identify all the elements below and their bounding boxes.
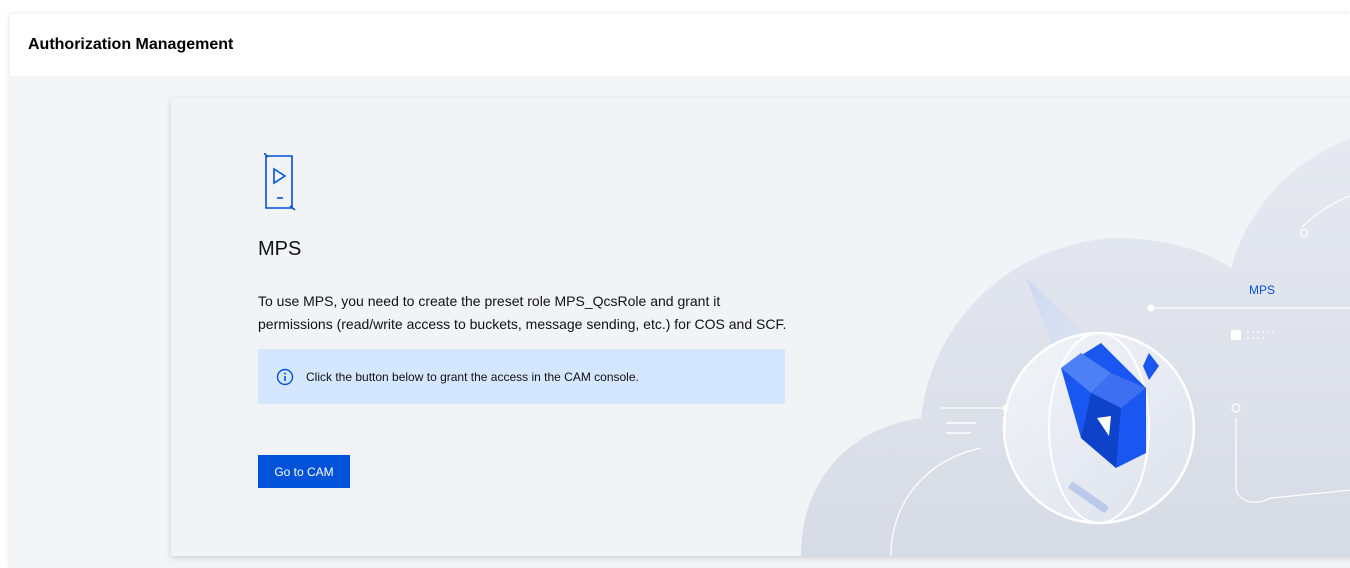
product-name: MPS [258, 238, 302, 260]
page-header: Authorization Management [10, 14, 1350, 76]
authorization-illustration: MPS [781, 98, 1350, 556]
page-title: Authorization Management [28, 36, 234, 53]
page-container: Authorization Management MPS To use MPS,… [10, 14, 1350, 568]
mps-video-icon [264, 153, 296, 211]
info-notice: Click the button below to grant the acce… [258, 349, 785, 404]
description-text: To use MPS, you need to create the prese… [258, 293, 787, 332]
authorization-card: MPS To use MPS, you need to create the p… [171, 98, 1350, 556]
illustration-label: MPS [1249, 283, 1276, 297]
go-to-cam-button[interactable]: Go to CAM [258, 455, 350, 488]
notice-text: Click the button below to grant the acce… [306, 369, 639, 384]
info-circle-icon [276, 368, 294, 385]
cloud-illustration [801, 138, 1350, 556]
